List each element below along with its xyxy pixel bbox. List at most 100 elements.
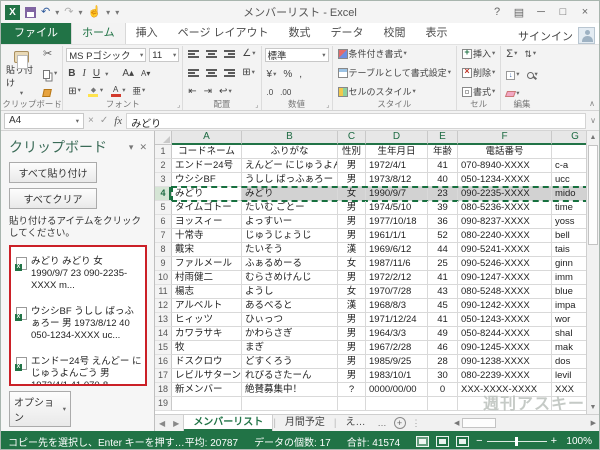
clipboard-item[interactable]: エンドー24号 えんどー にじゅうよんごう 男 1972/4/1 41 070-… <box>12 349 144 384</box>
cell[interactable]: 1987/11/6 <box>366 257 428 271</box>
cell[interactable]: 1971/12/24 <box>366 313 428 327</box>
vertical-scroll-thumb[interactable] <box>588 145 598 245</box>
page-layout-view-button[interactable] <box>436 435 450 447</box>
align-top-button[interactable] <box>186 49 201 59</box>
cell[interactable]: 050-8244-XXXX <box>458 327 552 341</box>
ribbon-tab-file[interactable]: ファイル <box>1 22 71 44</box>
orientation-button[interactable]: ∠ ▾ <box>240 48 257 60</box>
expand-formula-bar-icon[interactable]: ∨ <box>590 116 596 125</box>
sheet-tab-2[interactable]: え… <box>337 415 375 431</box>
cell[interactable]: 女 <box>338 285 366 299</box>
cell[interactable]: 1967/2/28 <box>366 341 428 355</box>
cell[interactable]: 村雨健二 <box>172 271 242 285</box>
cell[interactable]: 30 <box>428 369 458 383</box>
cell[interactable]: あるべると <box>242 299 338 313</box>
borders-button[interactable]: ⊞ ▾ <box>66 86 83 98</box>
cell[interactable]: 1961/1/1 <box>366 229 428 243</box>
cell[interactable]: じゅうじょうじ <box>242 229 338 243</box>
cell[interactable]: 1972/4/1 <box>366 159 428 173</box>
cell[interactable]: ドスクロウ <box>172 355 242 369</box>
cell[interactable] <box>366 397 428 411</box>
currency-format-button[interactable]: ¥ ▾ <box>265 69 279 81</box>
ribbon-tab-7[interactable]: 表示 <box>416 22 458 44</box>
row-header-19[interactable]: 19 <box>155 397 172 411</box>
column-header-D[interactable]: D <box>366 131 428 145</box>
row-header-1[interactable]: 1 <box>155 145 172 159</box>
align-left-button[interactable] <box>186 68 201 78</box>
cancel-entry-icon[interactable]: × <box>88 115 94 126</box>
row-header-15[interactable]: 15 <box>155 341 172 355</box>
cell[interactable]: たいそう <box>242 243 338 257</box>
autosum-button[interactable]: Σ ▾ <box>504 48 519 61</box>
cell[interactable]: 女 <box>338 187 366 201</box>
undo-icon[interactable]: ↶ <box>41 6 50 18</box>
cell[interactable]: 36 <box>428 215 458 229</box>
cell[interactable]: よっすいー <box>242 215 338 229</box>
cell[interactable]: 090-1245-XXXX <box>458 341 552 355</box>
cell[interactable]: ひぃっつ <box>242 313 338 327</box>
zoom-in-button[interactable]: + <box>551 435 557 447</box>
cell[interactable]: 28 <box>428 355 458 369</box>
column-header-B[interactable]: B <box>242 131 338 145</box>
cell[interactable]: エンドー24号 <box>172 159 242 173</box>
cell[interactable]: 1990/9/7 <box>366 187 428 201</box>
clear-button[interactable]: ▾ <box>504 90 521 99</box>
confirm-entry-icon[interactable]: ✓ <box>100 115 108 126</box>
cell[interactable]: 1969/6/12 <box>366 243 428 257</box>
cell[interactable]: 52 <box>428 229 458 243</box>
cell[interactable]: 絶賛募集中！ <box>242 383 338 397</box>
insert-function-icon[interactable]: fx <box>114 115 122 127</box>
new-sheet-button[interactable]: + <box>393 417 406 429</box>
cell[interactable]: 1970/7/28 <box>366 285 428 299</box>
customize-qat-icon[interactable]: ▾ <box>115 8 119 17</box>
cell[interactable]: 0000/00/00 <box>366 383 428 397</box>
cell[interactable]: 1972/2/12 <box>366 271 428 285</box>
redo-dropdown-icon[interactable]: ▾ <box>78 8 82 17</box>
scroll-right-icon[interactable]: ▶ <box>588 419 599 427</box>
bold-button[interactable]: B <box>66 68 77 80</box>
cell[interactable]: 090-2235-XXXX <box>458 187 552 201</box>
cell[interactable]: 25 <box>428 257 458 271</box>
column-header-A[interactable]: A <box>172 131 242 145</box>
sort-filter-button[interactable]: ⇅ ▾ <box>522 49 538 60</box>
cell[interactable]: 新メンバー <box>172 383 242 397</box>
horizontal-scroll-thumb[interactable] <box>462 418 497 428</box>
column-header-E[interactable]: E <box>428 131 458 145</box>
zoom-out-button[interactable]: − <box>476 435 482 447</box>
cell[interactable]: ヒィッツ <box>172 313 242 327</box>
format-as-table-button[interactable]: テーブルとして書式設定 ▾ <box>336 67 453 79</box>
column-header-C[interactable]: C <box>338 131 366 145</box>
cell[interactable]: 40 <box>428 173 458 187</box>
cell[interactable]: ヨッスィー <box>172 215 242 229</box>
close-button[interactable]: × <box>575 6 595 19</box>
collapse-ribbon-button[interactable]: ∧ <box>589 99 595 108</box>
cell[interactable]: 090-5241-XXXX <box>458 243 552 257</box>
number-dialog-launcher[interactable]: ⌟ <box>326 101 329 109</box>
format-cells-button[interactable]: 書式 ▾ <box>460 86 497 98</box>
cell[interactable]: 090-5246-XXXX <box>458 257 552 271</box>
font-color-button[interactable]: A ▾ <box>108 85 127 98</box>
cell[interactable]: 050-1243-XXXX <box>458 313 552 327</box>
ribbon-tab-5[interactable]: データ <box>321 22 374 44</box>
more-sheets-icon[interactable]: … <box>375 418 390 428</box>
find-select-button[interactable]: ▾ <box>525 71 540 80</box>
align-middle-button[interactable] <box>204 49 219 59</box>
minimize-button[interactable]: ─ <box>531 6 551 19</box>
cell[interactable]: 男 <box>338 271 366 285</box>
pane-menu-icon[interactable]: ▾ <box>129 142 134 153</box>
decrease-font-button[interactable]: A▾ <box>139 69 152 79</box>
cell[interactable]: 44 <box>428 243 458 257</box>
row-header-8[interactable]: 8 <box>155 243 172 257</box>
cell[interactable] <box>172 397 242 411</box>
cell[interactable]: 男 <box>338 369 366 383</box>
scroll-up-icon[interactable]: ▲ <box>587 131 599 144</box>
row-header-13[interactable]: 13 <box>155 313 172 327</box>
sheet-nav-prev-icon[interactable]: ◀ <box>155 419 169 428</box>
cell[interactable] <box>458 397 552 411</box>
align-bottom-button[interactable] <box>222 49 237 59</box>
pane-close-icon[interactable]: ✕ <box>139 142 147 153</box>
cell[interactable]: 楊志 <box>172 285 242 299</box>
ribbon-tab-4[interactable]: 数式 <box>279 22 321 44</box>
cell[interactable]: タイムゴトー <box>172 201 242 215</box>
cell[interactable]: 050-1234-XXXX <box>458 173 552 187</box>
